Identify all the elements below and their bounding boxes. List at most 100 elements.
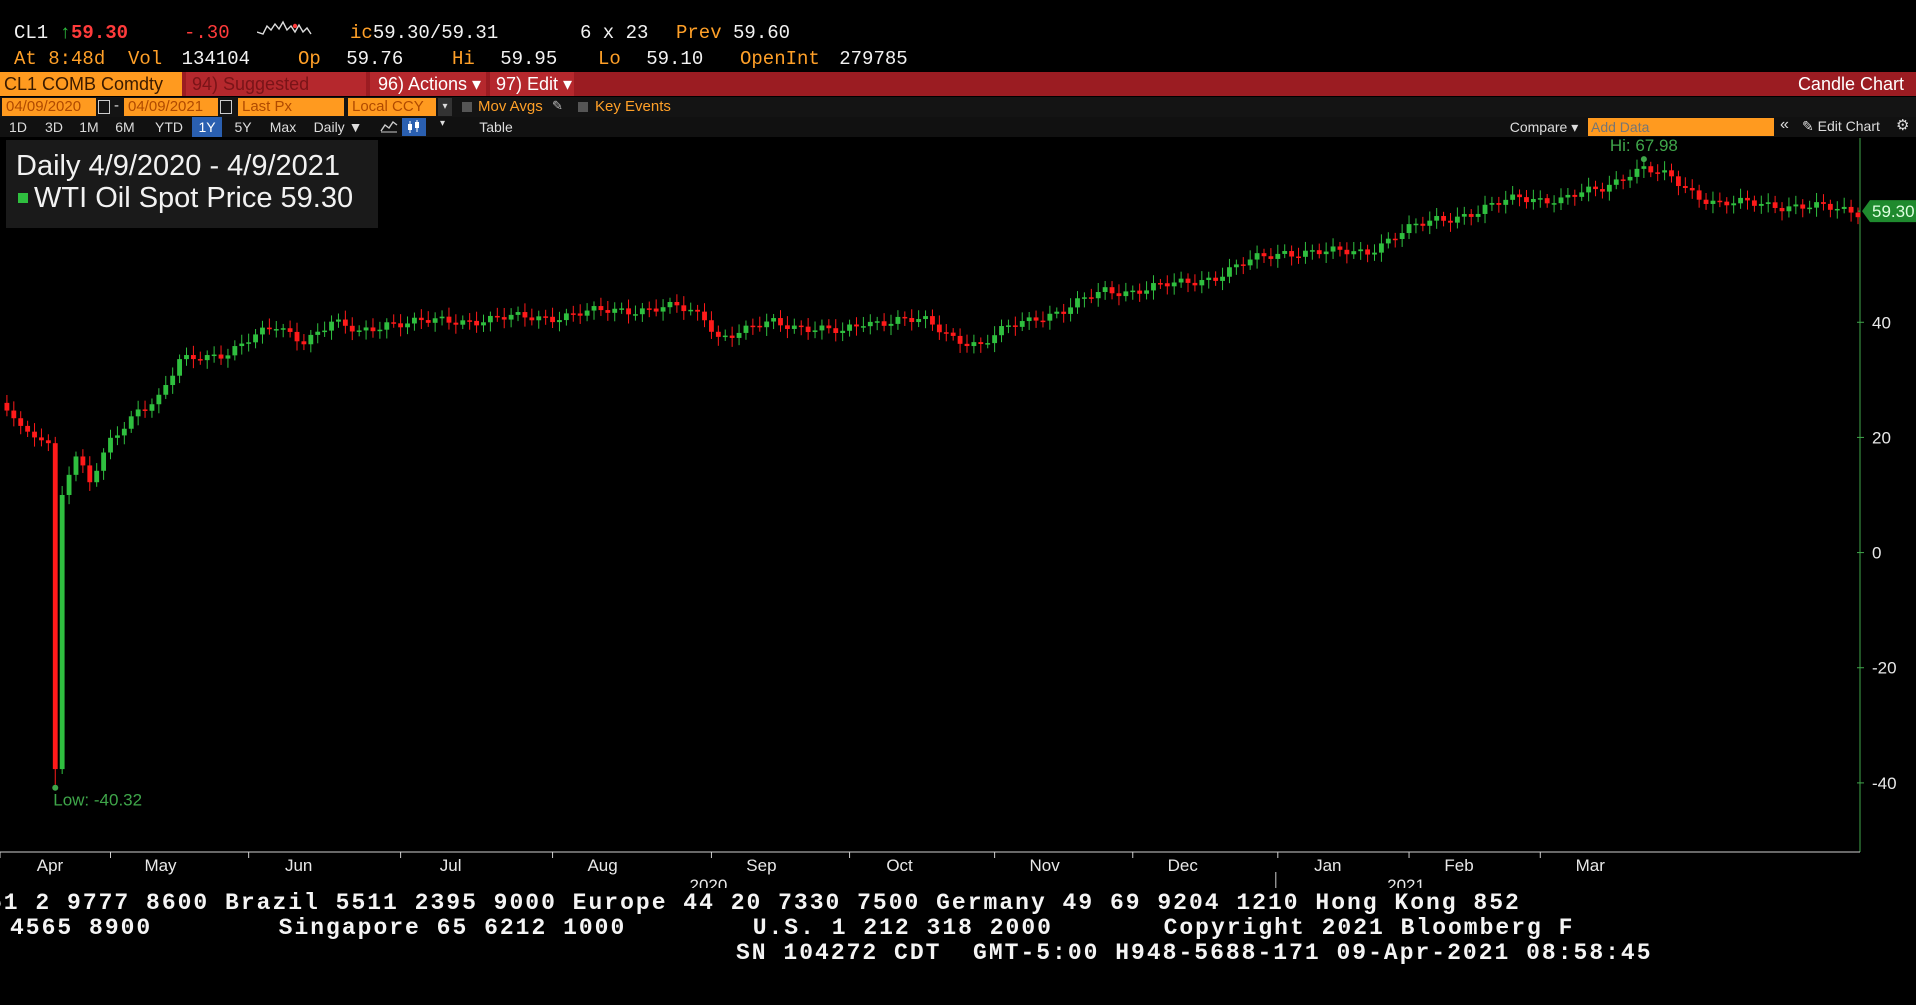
candle-body [1323,251,1329,255]
y-tick-label: 20 [1872,428,1891,447]
bid-ask: ic59.30/59.31 [350,22,498,44]
chevron-down-icon[interactable]: ▾ [440,118,445,129]
collapse-icon[interactable]: « [1780,116,1789,134]
actions-button[interactable]: 96) Actions ▾ [370,72,486,96]
add-data-input[interactable] [1588,118,1774,136]
candle-body [874,321,880,323]
candle-body [1012,325,1018,327]
suggested-charts-button[interactable]: 94) Suggested Charts [186,72,366,118]
candle-body [45,440,51,444]
currency-select[interactable]: Local CCY [348,98,436,116]
candle-body [985,343,991,345]
y-tick-label: -40 [1872,774,1897,793]
candle-body [301,341,307,345]
pencil-icon[interactable]: ✎ [552,98,563,114]
candle-body [418,317,424,321]
calendar-icon[interactable] [220,100,232,114]
candle-body [529,317,535,321]
ask-price: /59.31 [429,22,499,44]
gear-icon[interactable]: ⚙ [1896,116,1909,134]
candle-body [543,316,549,318]
end-date-field[interactable]: 04/09/2021 [124,98,218,116]
candle-body [729,335,735,338]
candle-body [25,425,31,432]
candle-body [1033,317,1039,321]
footer-session: SN 104272 CDT GMT-5:00 H948-5688-171 09-… [736,940,1653,966]
candle-body [204,355,210,361]
candle-body [1178,278,1184,283]
line-chart-icon[interactable] [380,119,400,135]
y-tick-label: 40 [1872,313,1891,332]
x-tick-label: May [144,856,177,875]
candle-body [1821,202,1826,204]
bid-ask-label: ic [350,22,373,44]
candle-body [1848,206,1854,213]
last-price-tag-label: 59.30 [1872,202,1915,221]
period-select[interactable]: Daily ▼ [308,117,368,137]
edit-chart-button[interactable]: ✎ Edit Chart [1802,118,1880,135]
candle-body [128,416,134,429]
candle-body [94,470,100,483]
candle-body [425,320,431,323]
candle-body [1199,280,1205,286]
candle-body [1206,277,1212,281]
hi-label: Hi [452,48,475,70]
start-date-field[interactable]: 04/09/2020 [2,98,96,116]
candle-body [1482,204,1488,214]
mov-avgs-checkbox[interactable] [462,102,472,112]
hi-marker [1640,156,1647,163]
candle-body [59,495,65,770]
candle-body [1579,192,1585,197]
range-button-1m[interactable]: 1M [74,117,104,137]
candle-body [1717,200,1723,203]
candle-body [80,456,86,466]
candle-body [999,326,1004,336]
candle-body [1303,250,1308,257]
candle-body [805,326,811,333]
range-button-1y[interactable]: 1Y [192,117,222,137]
x-tick-label: Oct [886,856,913,875]
candle-chart-icon[interactable] [402,118,426,136]
candle-body [515,312,521,315]
prev-value: 59.60 [733,22,791,44]
candle-body [563,313,569,321]
candle-body [239,343,245,347]
low-label: Low: -40.32 [53,791,142,810]
candle-body [1171,282,1177,287]
candle-body [342,319,348,326]
x-tick-label: Jul [440,856,462,875]
price-field-select[interactable]: Last Px [238,98,344,116]
range-button-1d[interactable]: 1D [4,117,32,137]
candle-body [4,402,10,411]
candle-body [211,354,217,357]
candle-body [936,324,942,333]
candle-body [1420,223,1426,226]
range-button-max[interactable]: Max [264,117,302,137]
range-button-3d[interactable]: 3D [40,117,68,137]
candle-body [1151,283,1156,291]
range-button-5y[interactable]: 5Y [228,117,258,137]
candle-body [1565,194,1571,198]
edit-button[interactable]: 97) Edit ▾ [490,72,574,96]
range-button-6m[interactable]: 6M [110,117,140,137]
security-field[interactable]: CL1 COMB Comdty [0,72,182,96]
candle-body [660,307,666,312]
candle-body [1088,297,1094,299]
compare-button[interactable]: Compare ▾ [1504,117,1584,137]
chevron-down-icon[interactable]: ▾ [438,98,452,116]
candle-body [847,324,852,331]
candle-body [1351,251,1357,255]
candle-body [1669,170,1674,177]
candle-body [1123,291,1129,297]
candle-body [273,329,279,331]
hi-label: Hi: 67.98 [1610,138,1678,155]
candle-body [1475,213,1481,217]
calendar-icon[interactable] [98,100,110,114]
range-button-ytd[interactable]: YTD [150,117,188,137]
table-button[interactable]: Table [470,117,522,137]
candle-body [1406,224,1412,234]
key-events-checkbox[interactable] [578,102,588,112]
candle-body [1427,220,1433,226]
prev-label: Prev [676,22,722,44]
candle-body [1372,252,1377,255]
